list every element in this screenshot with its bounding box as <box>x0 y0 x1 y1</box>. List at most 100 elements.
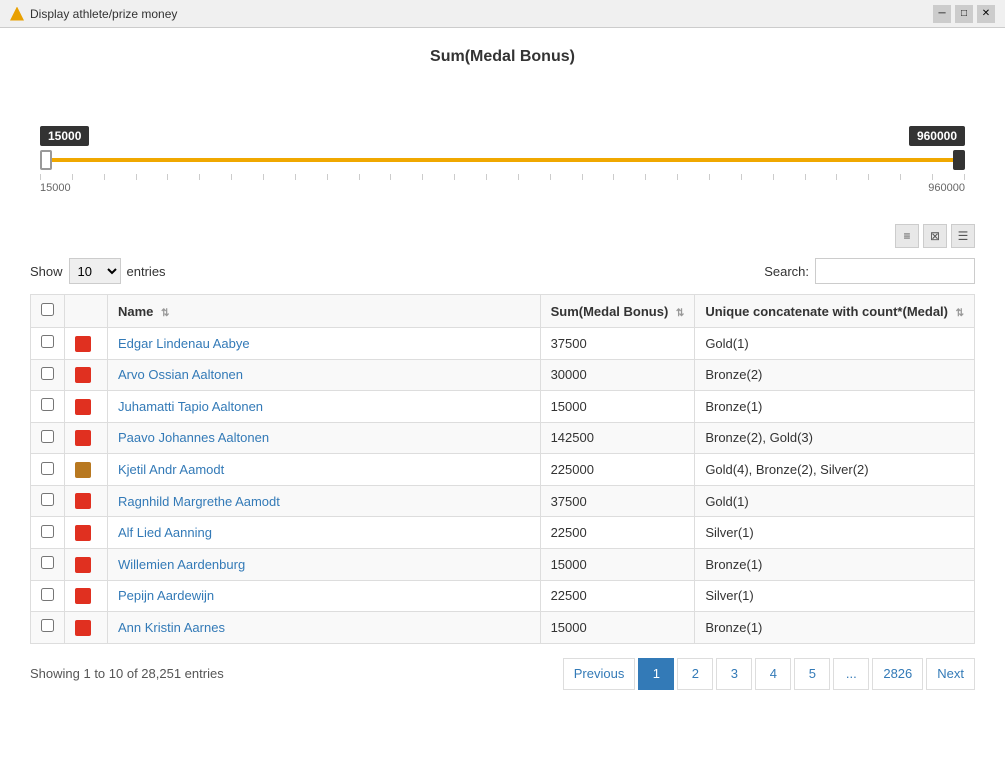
row-name-cell: Willemien Aardenburg <box>108 548 541 580</box>
row-color-dot <box>75 588 91 604</box>
row-color-cell <box>65 328 108 360</box>
table-row: Willemien Aardenburg 15000 Bronze(1) <box>31 548 975 580</box>
row-checkbox[interactable] <box>41 493 54 506</box>
row-name-cell: Kjetil Andr Aamodt <box>108 454 541 486</box>
entries-label: entries <box>127 264 166 279</box>
page-last-button[interactable]: 2826 <box>872 658 923 690</box>
header-checkbox <box>31 295 65 328</box>
row-name: Ragnhild Margrethe Aamodt <box>118 494 280 509</box>
sort-name-icon[interactable]: ⇅ <box>161 308 169 319</box>
row-color-cell <box>65 548 108 580</box>
maximize-button[interactable]: □ <box>955 5 973 23</box>
slider-max-label: 960000 <box>909 126 965 146</box>
row-name-cell: Alf Lied Aanning <box>108 517 541 549</box>
search-label: Search: <box>764 264 809 279</box>
row-checkbox[interactable] <box>41 525 54 538</box>
toolbar-icon-2[interactable]: ⊠ <box>923 224 947 248</box>
row-medal-bonus: 142500 <box>540 422 695 454</box>
row-checkbox[interactable] <box>41 588 54 601</box>
row-name: Kjetil Andr Aamodt <box>118 462 224 477</box>
slider-top-labels: 15000 960000 <box>40 126 965 146</box>
row-checkbox-cell <box>31 517 65 549</box>
row-checkbox[interactable] <box>41 619 54 632</box>
minimize-button[interactable]: ─ <box>933 5 951 23</box>
row-checkbox[interactable] <box>41 335 54 348</box>
page-2-button[interactable]: 2 <box>677 658 713 690</box>
row-color-cell <box>65 422 108 454</box>
row-checkbox[interactable] <box>41 430 54 443</box>
row-color-dot <box>75 493 91 509</box>
sort-count-icon[interactable]: ⇅ <box>956 308 964 319</box>
slider-min-label: 15000 <box>40 126 89 146</box>
title-bar: Display athlete/prize money ─ □ ✕ <box>0 0 1005 28</box>
row-checkbox[interactable] <box>41 398 54 411</box>
search-input[interactable] <box>815 258 975 284</box>
row-checkbox[interactable] <box>41 462 54 475</box>
row-name: Arvo Ossian Aaltonen <box>118 367 243 382</box>
row-checkbox-cell <box>31 328 65 360</box>
row-name-cell: Ragnhild Margrethe Aamodt <box>108 485 541 517</box>
row-medal-bonus: 15000 <box>540 391 695 423</box>
row-checkbox-cell <box>31 454 65 486</box>
row-color-dot <box>75 620 91 636</box>
table-row: Edgar Lindenau Aabye 37500 Gold(1) <box>31 328 975 360</box>
row-checkbox[interactable] <box>41 367 54 380</box>
row-color-cell <box>65 612 108 644</box>
close-button[interactable]: ✕ <box>977 5 995 23</box>
next-button[interactable]: Next <box>926 658 975 690</box>
row-color-dot <box>75 399 91 415</box>
select-all-checkbox[interactable] <box>41 303 54 316</box>
row-color-cell <box>65 454 108 486</box>
page-1-button[interactable]: 1 <box>638 658 674 690</box>
show-label: Show <box>30 264 63 279</box>
row-name: Paavo Johannes Aaltonen <box>118 430 269 445</box>
row-name: Alf Lied Aanning <box>118 525 212 540</box>
previous-button[interactable]: Previous <box>563 658 636 690</box>
pagination-buttons: Previous 1 2 3 4 5 ... 2826 Next <box>563 658 975 690</box>
row-medal-count: Bronze(1) <box>695 391 975 423</box>
header-name[interactable]: Name ⇅ <box>108 295 541 328</box>
table-row: Alf Lied Aanning 22500 Silver(1) <box>31 517 975 549</box>
table-header-row: Name ⇅ Sum(Medal Bonus) ⇅ Unique concate… <box>31 295 975 328</box>
row-color-cell <box>65 485 108 517</box>
row-medal-count: Bronze(1) <box>695 612 975 644</box>
row-name-cell: Arvo Ossian Aaltonen <box>108 359 541 391</box>
header-medal-bonus[interactable]: Sum(Medal Bonus) ⇅ <box>540 295 695 328</box>
row-medal-bonus: 37500 <box>540 328 695 360</box>
slider-track-container[interactable] <box>40 150 965 170</box>
row-color-cell <box>65 359 108 391</box>
header-color <box>65 295 108 328</box>
row-medal-count: Gold(4), Bronze(2), Silver(2) <box>695 454 975 486</box>
slider-handle-left[interactable] <box>40 150 52 170</box>
data-table: Name ⇅ Sum(Medal Bonus) ⇅ Unique concate… <box>30 294 975 644</box>
row-name-cell: Juhamatti Tapio Aaltonen <box>108 391 541 423</box>
row-checkbox[interactable] <box>41 556 54 569</box>
page-3-button[interactable]: 3 <box>716 658 752 690</box>
row-checkbox-cell <box>31 422 65 454</box>
page-4-button[interactable]: 4 <box>755 658 791 690</box>
slider-ticks <box>40 174 965 180</box>
range-slider: 15000 960000 15000 960000 <box>40 86 965 194</box>
show-entries: Show 10 25 50 100 entries <box>30 258 166 284</box>
row-name-cell: Pepijn Aardewijn <box>108 580 541 612</box>
row-color-dot <box>75 557 91 573</box>
slider-track <box>40 158 965 162</box>
table-row: Arvo Ossian Aaltonen 30000 Bronze(2) <box>31 359 975 391</box>
page-ellipsis: ... <box>833 658 869 690</box>
toolbar-icon-3[interactable]: ☰ <box>951 224 975 248</box>
title-bar-controls: ─ □ ✕ <box>933 5 995 23</box>
header-medal-count[interactable]: Unique concatenate with count*(Medal) ⇅ <box>695 295 975 328</box>
row-color-dot <box>75 336 91 352</box>
window-title: Display athlete/prize money <box>30 7 177 21</box>
slider-bottom-labels: 15000 960000 <box>40 182 965 194</box>
entries-select[interactable]: 10 25 50 100 <box>69 258 121 284</box>
toolbar-icon-1[interactable]: ≡ <box>895 224 919 248</box>
row-color-cell <box>65 580 108 612</box>
page-5-button[interactable]: 5 <box>794 658 830 690</box>
row-color-dot <box>75 462 91 478</box>
row-checkbox-cell <box>31 612 65 644</box>
row-medal-bonus: 22500 <box>540 580 695 612</box>
row-name: Edgar Lindenau Aabye <box>118 336 250 351</box>
slider-handle-right[interactable] <box>953 150 965 170</box>
sort-bonus-icon[interactable]: ⇅ <box>676 308 684 319</box>
